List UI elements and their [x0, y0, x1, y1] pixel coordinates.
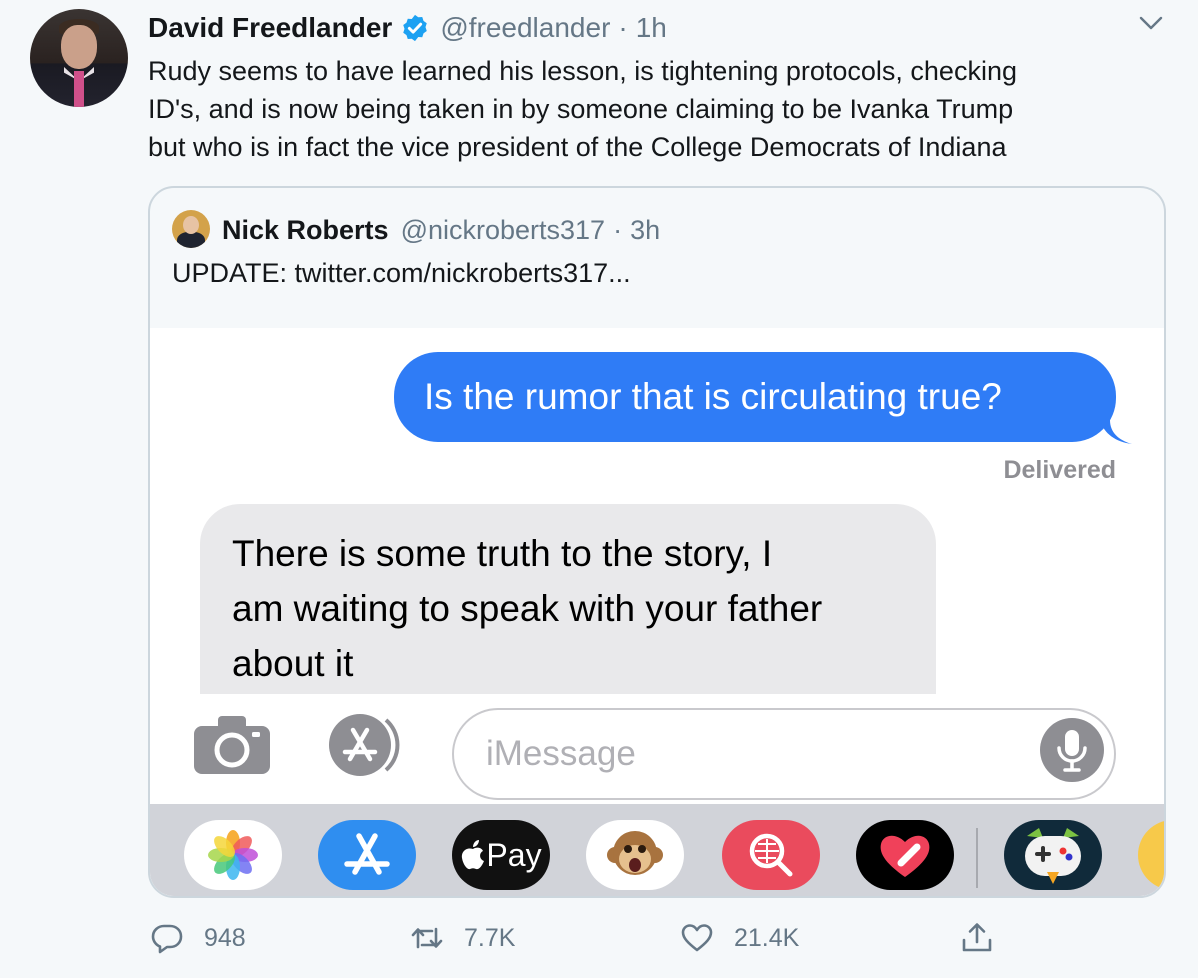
delivered-status: Delivered: [1003, 456, 1116, 484]
author-handle[interactable]: @freedlander: [440, 12, 610, 44]
incoming-message-line: am waiting to speak with your father: [232, 588, 823, 629]
animoji-monkey-icon[interactable]: [586, 820, 684, 890]
quoted-author-handle[interactable]: @nickroberts317: [401, 215, 606, 246]
quoted-author-name[interactable]: Nick Roberts: [222, 215, 389, 246]
app-store-icon[interactable]: [318, 820, 416, 890]
bubble-tail-icon: [1100, 420, 1132, 444]
imessage-input[interactable]: [452, 708, 1116, 800]
header-separator: ·: [618, 12, 628, 43]
incoming-message-bubble: There is some truth to the story, I am w…: [200, 504, 936, 694]
apple-pay-label: Pay: [486, 836, 542, 873]
retweet-count: 7.7K: [464, 923, 516, 952]
quoted-tweet[interactable]: Nick Roberts @nickroberts317 · 3h UPDATE…: [148, 186, 1166, 898]
reply-button[interactable]: 948: [150, 918, 246, 958]
author-avatar[interactable]: [30, 9, 128, 107]
partial-app-icon[interactable]: [1138, 820, 1164, 890]
tweet-timestamp[interactable]: 1h: [636, 12, 667, 44]
like-button[interactable]: 21.4K: [680, 918, 799, 958]
outgoing-message-bubble: Is the rumor that is circulating true?: [394, 352, 1116, 442]
heart-icon: [681, 924, 713, 952]
quoted-tweet-header: Nick Roberts @nickroberts317 · 3h: [222, 210, 660, 250]
drawer-divider: [976, 828, 978, 888]
share-button[interactable]: [960, 918, 994, 958]
reply-icon: [151, 924, 183, 954]
retweet-icon: [411, 927, 443, 949]
share-icon: [962, 923, 992, 952]
quoted-header-separator: ·: [613, 214, 623, 245]
imessage-compose-bar: [150, 694, 1164, 804]
apple-pay-icon[interactable]: Pay: [452, 820, 550, 890]
tweet-text: Rudy seems to have learned his lesson, i…: [148, 52, 1168, 166]
quoted-media-screenshot[interactable]: Is the rumor that is circulating true? D…: [150, 328, 1164, 896]
chevron-down-icon[interactable]: [1138, 14, 1164, 32]
tweet-header: David Freedlander @freedlander · 1h: [148, 10, 667, 46]
quoted-tweet-timestamp[interactable]: 3h: [630, 215, 660, 246]
quoted-tweet-text[interactable]: UPDATE: twitter.com/nickroberts317...: [172, 258, 631, 289]
tweet-text-line: Rudy seems to have learned his lesson, i…: [148, 56, 1017, 86]
incoming-message-line: about it: [232, 643, 354, 684]
retweet-button[interactable]: 7.7K: [410, 918, 515, 958]
app-store-drawer-icon[interactable]: [320, 712, 412, 778]
tweet[interactable]: David Freedlander @freedlander · 1h Rudy…: [0, 0, 1198, 978]
imessage-app-drawer: Pay: [150, 804, 1164, 896]
game-bird-icon[interactable]: [1004, 820, 1102, 890]
digital-touch-heart-icon[interactable]: [856, 820, 954, 890]
camera-icon[interactable]: [192, 714, 272, 776]
outgoing-message-text: Is the rumor that is circulating true?: [424, 376, 1002, 417]
microphone-icon[interactable]: [1040, 718, 1104, 782]
like-count: 21.4K: [734, 923, 800, 952]
tweet-text-line: but who is in fact the vice president of…: [148, 132, 1007, 162]
incoming-message-line: There is some truth to the story, I: [232, 533, 773, 574]
verified-badge-icon: [403, 14, 428, 42]
web-search-icon[interactable]: [722, 820, 820, 890]
author-name[interactable]: David Freedlander: [148, 12, 392, 44]
quoted-author-avatar[interactable]: [172, 210, 210, 248]
tweet-actions: 948 7.7K 21.4K: [148, 918, 1028, 958]
reply-count: 948: [204, 923, 246, 952]
photos-icon[interactable]: [184, 820, 282, 890]
tweet-text-line: ID's, and is now being taken in by someo…: [148, 94, 1014, 124]
apple-logo-icon: [462, 840, 485, 870]
